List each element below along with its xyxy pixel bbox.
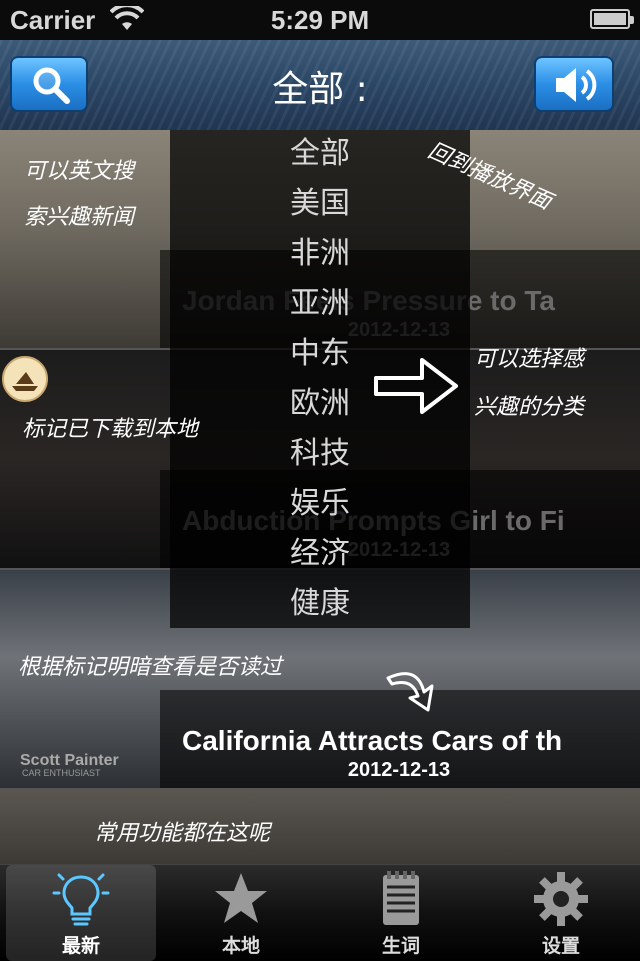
lightbulb-icon: [52, 873, 110, 926]
status-bar: Carrier 5:29 PM: [0, 0, 640, 40]
tab-settings-label: 设置: [541, 935, 580, 957]
thumbnail-subcaption: CAR ENTHUSIAST: [22, 768, 101, 778]
search-button[interactable]: [10, 56, 88, 112]
tab-local-label: 本地: [221, 935, 260, 957]
category-selector-title[interactable]: 全部 :: [170, 60, 470, 112]
category-option[interactable]: 全部: [290, 130, 350, 178]
tab-local[interactable]: 本地: [166, 865, 316, 961]
category-option[interactable]: 欧洲: [290, 380, 350, 428]
category-option[interactable]: 健康: [290, 580, 350, 628]
gear-icon: [534, 872, 588, 926]
star-icon: [215, 873, 267, 923]
category-option[interactable]: 亚洲: [290, 280, 350, 328]
category-option[interactable]: 科技: [290, 430, 350, 478]
battery-icon: [590, 9, 634, 29]
annotation-common-functions: 常用功能都在这呢: [94, 821, 271, 846]
tab-vocabulary[interactable]: 生词: [326, 865, 476, 961]
search-icon: [33, 67, 70, 104]
right-arrow-icon: [374, 358, 458, 414]
navigation-bar: 全部 :: [0, 40, 640, 130]
annotation-downloaded-hint: 标记已下载到本地: [22, 417, 199, 442]
annotation-category-hint: 兴趣的分类: [474, 395, 585, 420]
notepad-icon: [383, 871, 419, 925]
downloaded-marker-icon: [2, 356, 48, 402]
annotation-search-hint: 索兴趣新闻: [24, 205, 135, 230]
speaker-icon: [556, 68, 597, 102]
back-to-player-button[interactable]: [534, 56, 614, 112]
category-option[interactable]: 中东: [290, 330, 350, 378]
tab-bar: 最新 本地 生词 设置: [0, 864, 640, 961]
annotation-category-hint: 可以选择感: [474, 347, 585, 372]
tab-latest-label: 最新: [61, 935, 100, 957]
category-option[interactable]: 经济: [290, 530, 350, 578]
category-option[interactable]: 非洲: [290, 230, 350, 278]
tab-vocabulary-label: 生词: [381, 935, 420, 957]
tab-settings[interactable]: 设置: [486, 865, 636, 961]
news-date: 2012-12-13: [347, 759, 451, 781]
category-option[interactable]: 娱乐: [290, 480, 350, 528]
tab-latest[interactable]: 最新: [6, 865, 156, 961]
news-title: California Attracts Cars of th: [182, 725, 563, 756]
annotation-read-hint: 根据标记明暗查看是否读过: [18, 655, 283, 680]
curved-arrow-icon: [386, 672, 434, 712]
status-time: 5:29 PM: [270, 5, 370, 35]
category-option[interactable]: 美国: [290, 180, 350, 228]
annotation-search-hint: 可以英文搜: [24, 159, 135, 184]
